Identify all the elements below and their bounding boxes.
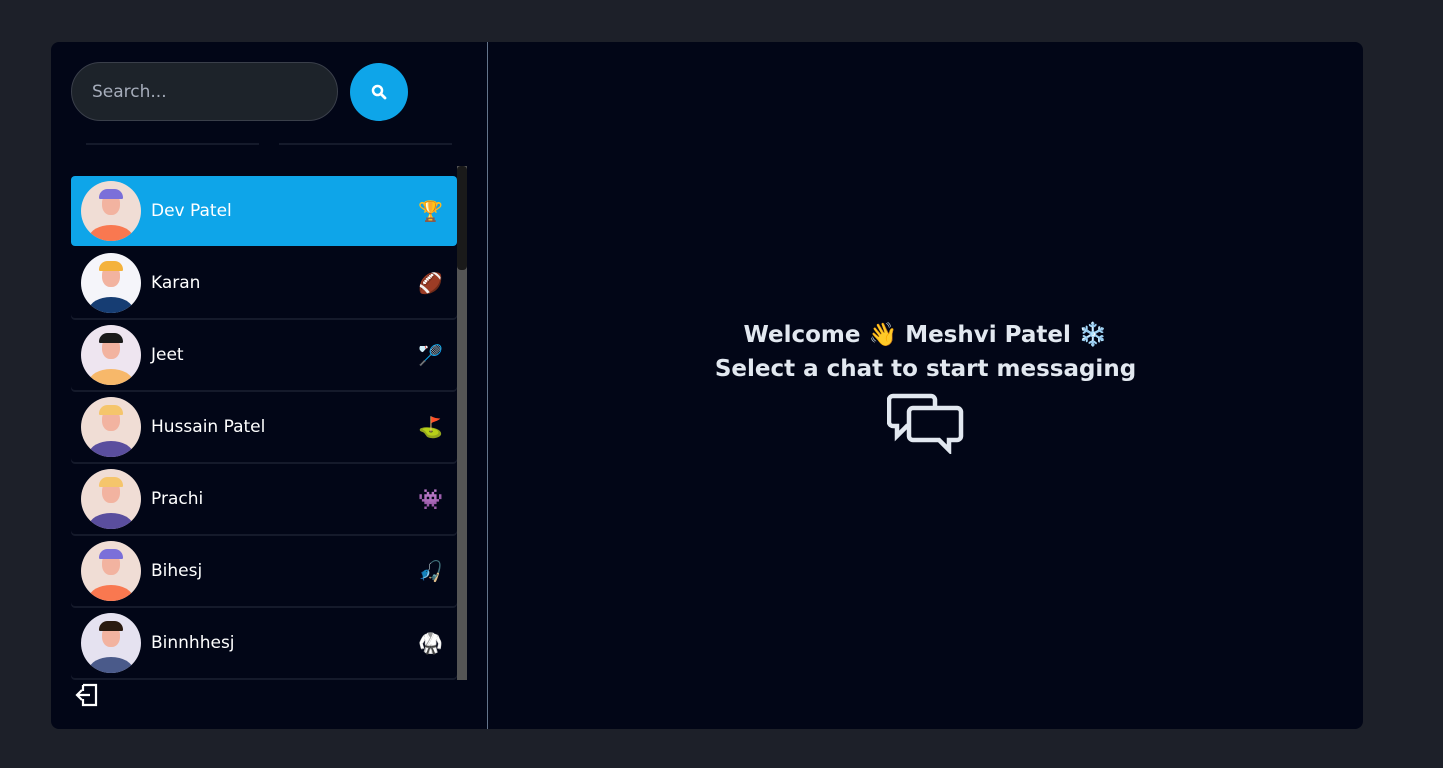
search-icon (371, 84, 387, 100)
avatar (81, 469, 141, 529)
welcome-heading: Welcome 👋 Meshvi Patel ❄️ (743, 321, 1107, 348)
contact-name: Dev Patel (151, 201, 232, 221)
conversation-list: Dev Patel 🏆 Karan 🏈 Jeet 🏸 Hussain Patel… (71, 176, 457, 680)
contact-name: Karan (151, 273, 201, 293)
search-input[interactable] (71, 62, 338, 121)
status-emoji-icon: 🎣 (418, 559, 443, 583)
chat-bubbles-icon (886, 393, 963, 454)
status-emoji-icon: 🏈 (418, 271, 443, 295)
avatar (81, 613, 141, 673)
conversation-item[interactable]: Karan 🏈 (71, 248, 457, 318)
welcome-text: Welcome (743, 322, 861, 348)
contact-name: Jeet (151, 345, 184, 365)
wave-icon: 👋 (868, 322, 898, 348)
avatar (81, 325, 141, 385)
status-emoji-icon: 🥋 (418, 631, 443, 655)
status-emoji-icon: ⛳ (418, 415, 443, 439)
conversation-item[interactable]: Jeet 🏸 (71, 320, 457, 390)
scrollbar-thumb[interactable] (457, 166, 467, 270)
contact-name: Bihesj (151, 561, 203, 581)
sidebar: Dev Patel 🏆 Karan 🏈 Jeet 🏸 Hussain Patel… (51, 42, 488, 729)
status-emoji-icon: 🏆 (418, 199, 443, 223)
conversation-item[interactable]: Binnhhesj 🥋 (71, 608, 457, 678)
avatar (81, 541, 141, 601)
status-emoji-icon: 👾 (418, 487, 443, 511)
snowflake-icon: ❄️ (1078, 322, 1108, 348)
contact-name: Prachi (151, 489, 204, 509)
welcome-area: Welcome 👋 Meshvi Patel ❄️ Select a chat … (488, 42, 1363, 729)
contact-name: Hussain Patel (151, 417, 266, 437)
logout-icon (75, 683, 98, 707)
chat-app-panel: Dev Patel 🏆 Karan 🏈 Jeet 🏸 Hussain Patel… (51, 42, 1363, 729)
conversation-item[interactable]: Bihesj 🎣 (71, 536, 457, 606)
avatar (81, 253, 141, 313)
scrollbar[interactable] (457, 166, 467, 680)
conversation-item[interactable]: Prachi 👾 (71, 464, 457, 534)
avatar (81, 181, 141, 241)
logout-button[interactable] (73, 682, 101, 712)
conversation-item[interactable]: Hussain Patel ⛳ (71, 392, 457, 462)
welcome-subtitle: Select a chat to start messaging (714, 356, 1137, 382)
search-button[interactable] (350, 63, 408, 121)
status-emoji-icon: 🏸 (418, 343, 443, 367)
conversation-item[interactable]: Dev Patel 🏆 (71, 176, 457, 246)
divider (86, 143, 259, 145)
contact-name: Binnhhesj (151, 633, 235, 653)
avatar (81, 397, 141, 457)
user-name: Meshvi Patel (905, 322, 1071, 348)
divider (279, 143, 452, 145)
